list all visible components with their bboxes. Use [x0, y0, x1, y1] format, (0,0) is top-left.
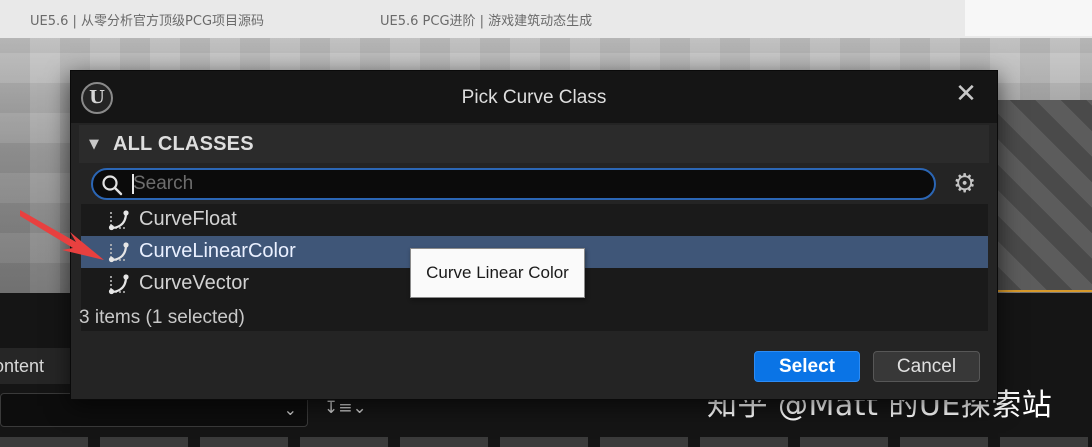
collapse-caret-icon[interactable]: ▼: [89, 137, 99, 152]
select-button[interactable]: Select: [754, 351, 860, 382]
annotation-arrow-icon: [20, 210, 104, 260]
tooltip: Curve Linear Color: [410, 248, 585, 298]
section-label: ALL CLASSES: [113, 133, 254, 155]
all-classes-header[interactable]: ▼ ALL CLASSES: [79, 125, 989, 163]
tab-pcg-source[interactable]: UE5.6 | 从零分析官方顶级PCG项目源码: [30, 10, 264, 29]
dialog-title: Pick Curve Class: [461, 87, 607, 108]
list-item-label: CurveFloat: [139, 208, 237, 230]
sort-icon[interactable]: ↧≡⌄: [324, 398, 367, 418]
search-input[interactable]: [133, 172, 913, 196]
list-item-label: CurveVector: [139, 272, 250, 294]
tab-bar-panel: [965, 0, 1092, 36]
list-item-curvefloat[interactable]: CurveFloat: [81, 204, 988, 236]
chevron-down-icon: ⌄: [283, 400, 297, 419]
list-item-label: CurveLinearColor: [139, 240, 296, 262]
dialog-titlebar[interactable]: U Pick Curve Class ✕: [71, 71, 997, 123]
cancel-button[interactable]: Cancel: [873, 351, 980, 382]
viewport-checker-surface: [996, 100, 1092, 290]
viewport-focus-border: [996, 290, 1092, 292]
gear-icon[interactable]: ⚙: [953, 171, 976, 197]
item-count: 3 items (1 selected): [79, 307, 245, 328]
curve-icon: [108, 274, 129, 295]
search-icon: [102, 175, 123, 196]
tab-pcg-building[interactable]: UE5.6 PCG进阶 | 游戏建筑动态生成: [380, 10, 592, 29]
asset-thumbnail-strip: [0, 437, 1092, 447]
pick-curve-class-dialog: U Pick Curve Class ✕ ▼ ALL CLASSES ⚙ Cur…: [70, 70, 998, 400]
browser-tab-bar: UE5.6 | 从零分析官方顶级PCG项目源码 UE5.6 PCG进阶 | 游戏…: [0, 0, 1092, 38]
tab-content[interactable]: ontent: [0, 348, 70, 384]
close-button[interactable]: ✕: [951, 79, 981, 109]
curve-icon: [108, 242, 129, 263]
search-box[interactable]: [91, 168, 936, 200]
curve-icon: [108, 210, 129, 231]
